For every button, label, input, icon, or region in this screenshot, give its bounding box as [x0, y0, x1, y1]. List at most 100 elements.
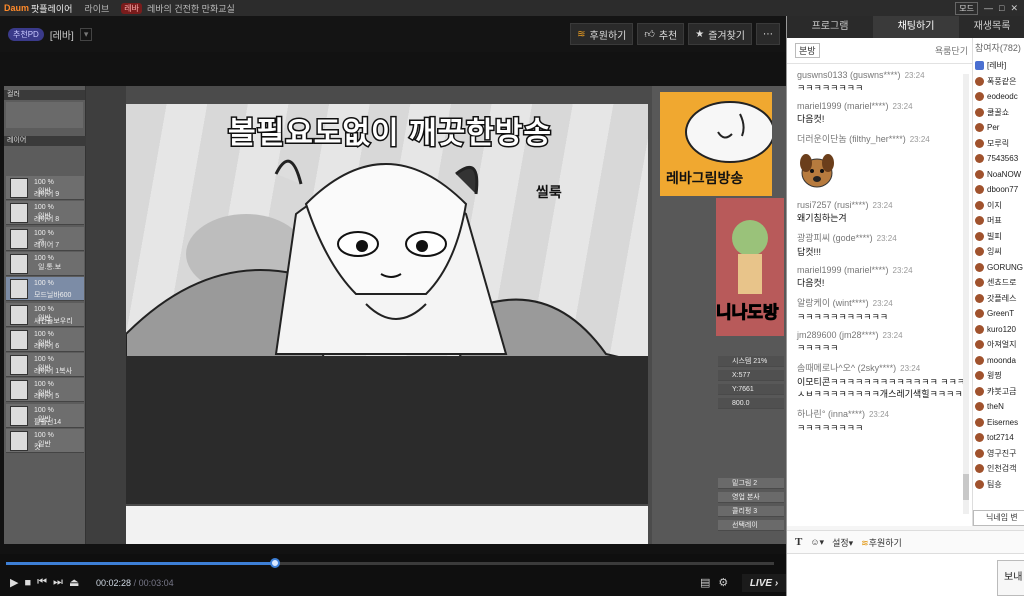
- live-menu[interactable]: 라이브: [84, 2, 109, 15]
- donate-chat-button[interactable]: ≋후원하기: [861, 536, 902, 549]
- viewer-item[interactable]: 7543563: [973, 151, 1024, 167]
- viewer-item[interactable]: 쿨꿀쇼: [973, 105, 1024, 121]
- play-icon[interactable]: ▶: [10, 576, 18, 589]
- gear-icon[interactable]: ⚙: [718, 576, 728, 589]
- tab-program[interactable]: 프로그램: [787, 16, 873, 38]
- live-button[interactable]: LIVE ›: [742, 574, 786, 592]
- favorite-button[interactable]: ★ 즐겨찾기: [688, 23, 752, 45]
- star-icon: ★: [695, 28, 705, 40]
- live-broadcast-tag[interactable]: 본방: [795, 43, 820, 58]
- chat-user[interactable]: mariel1999 (mariel****) 23:24: [797, 265, 972, 275]
- chat-message: mariel1999 (mariel****) 23:24 다음컷!: [797, 265, 972, 289]
- viewer-item[interactable]: 팀숑: [973, 477, 1024, 493]
- layer-thumbnail: [10, 380, 28, 401]
- viewer-item[interactable]: [레바]: [973, 58, 1024, 74]
- chat-user[interactable]: 솜때메로나^오^ (2sky****) 23:24: [797, 361, 972, 374]
- chat-user[interactable]: 하나린° (inna****) 23:24: [797, 407, 972, 420]
- video-frame[interactable]: 컬러 레이어 100 % 일반 레이어 9 100 % 일반 레이어 8 100 % 가 레이어…: [4, 86, 786, 544]
- viewer-item[interactable]: NoaNOW: [973, 167, 1024, 183]
- playlist-icon[interactable]: ▤: [700, 576, 710, 589]
- eject-icon[interactable]: ⏏: [69, 576, 79, 589]
- chat-username: 알랑케이 (wint****): [797, 298, 869, 308]
- viewer-item[interactable]: 머표: [973, 213, 1024, 229]
- donate-button[interactable]: ≋ 후원하기: [570, 23, 634, 45]
- sub-layer-row[interactable]: 영업 본사: [718, 492, 784, 503]
- viewer-item[interactable]: 폭풍같은: [973, 74, 1024, 90]
- chat-user[interactable]: rusi7257 (rusi****) 23:24: [797, 200, 972, 210]
- send-button[interactable]: 보내: [997, 560, 1024, 596]
- viewer-item[interactable]: dboon77: [973, 182, 1024, 198]
- viewer-name: 아져얼지: [987, 340, 1017, 350]
- layer-row[interactable]: 100 % 일반 새건들보우리: [6, 302, 84, 327]
- sub-layer-row[interactable]: 밑그림 2: [718, 478, 784, 489]
- chat-user[interactable]: 광광피씨 (gode****) 23:24: [797, 231, 972, 244]
- layer-row[interactable]: 100 % 일.통.보: [6, 251, 84, 276]
- minimize-icon[interactable]: —: [984, 3, 993, 13]
- chat-text: 이모티콘ㅋㅋㅋㅋㅋㅋㅋㅋㅋㅋㅋㅋㅋ ㅋㅋㅋㅅㅂㅋㅋㅋㅋㅋㅋㅋㅋ개스레기색힐ㅋㅋㅋ…: [797, 377, 966, 399]
- title-bar: Daum 팟플레이어 라이브 레바 레바의 건전한 만화교실 모드 — □ ✕: [0, 0, 1024, 16]
- maximize-icon[interactable]: □: [999, 3, 1004, 13]
- chevron-down-icon[interactable]: ▾: [79, 27, 93, 41]
- viewer-item[interactable]: tot2714: [973, 430, 1024, 446]
- bj-name[interactable]: [레바]: [50, 27, 74, 42]
- viewer-item[interactable]: GreenT: [973, 306, 1024, 322]
- chat-timestamp: 23:24: [892, 266, 913, 275]
- layer-row[interactable]: 100 % 일반 레이어 1복사: [6, 353, 84, 378]
- layer-thumbnail: [10, 405, 28, 426]
- layer-row[interactable]: 100 % 일반 컷: [6, 429, 84, 453]
- layer-row[interactable]: 100 % 일반 팔플선14: [6, 403, 84, 428]
- viewer-item[interactable]: 인천검객: [973, 461, 1024, 477]
- viewer-item[interactable]: kuro120: [973, 322, 1024, 338]
- viewer-item[interactable]: Eisernes: [973, 415, 1024, 431]
- viewer-item[interactable]: 모루릭: [973, 136, 1024, 152]
- chat-user[interactable]: mariel1999 (mariel****) 23:24: [797, 101, 972, 111]
- chat-input-area[interactable]: 보내: [787, 554, 1024, 596]
- viewer-item[interactable]: eodeodc: [973, 89, 1024, 105]
- sub-layer-row[interactable]: 콜리펑 3: [718, 506, 784, 517]
- viewer-item[interactable]: 윙찡: [973, 368, 1024, 384]
- chat-options[interactable]: 욕룸단기: [935, 44, 968, 57]
- viewer-item[interactable]: 아져얼지: [973, 337, 1024, 353]
- viewer-item[interactable]: 잉씨: [973, 244, 1024, 260]
- chat-user[interactable]: guswns0133 (guswns****) 23:24: [797, 70, 972, 80]
- close-icon[interactable]: ✕: [1010, 3, 1018, 14]
- viewer-item[interactable]: 갓플레스: [973, 291, 1024, 307]
- recommend-button[interactable]: 👍︎ 추천: [637, 23, 685, 45]
- layer-row[interactable]: 100 % 일반 레이어 9: [6, 176, 84, 200]
- layer-row[interactable]: 100 % 일반 레이어 6: [6, 327, 84, 352]
- seek-bar[interactable]: [6, 558, 774, 568]
- viewer-item[interactable]: GORUNG: [973, 260, 1024, 276]
- viewer-item[interactable]: 센쵸드로: [973, 275, 1024, 291]
- layer-row[interactable]: 100 % 일반 레이어 5: [6, 378, 84, 403]
- text-style-icon[interactable]: T: [795, 536, 802, 548]
- viewer-item[interactable]: 빌피: [973, 229, 1024, 245]
- layer-row[interactable]: 100 % 모드닐바600: [6, 277, 84, 302]
- mode-button[interactable]: 모드: [955, 1, 979, 15]
- viewer-item[interactable]: 이지: [973, 198, 1024, 214]
- viewer-item[interactable]: 영구진구: [973, 446, 1024, 462]
- emoji-icon[interactable]: ☺▾: [810, 537, 824, 548]
- prev-icon[interactable]: ⏮: [37, 576, 47, 589]
- chat-user[interactable]: jm289600 (jm28****) 23:24: [797, 330, 972, 340]
- seek-handle[interactable]: [269, 558, 280, 568]
- next-icon[interactable]: ⏭: [53, 576, 63, 589]
- tab-chat[interactable]: 채팅하기: [873, 16, 959, 38]
- viewer-item[interactable]: theN: [973, 399, 1024, 415]
- more-button[interactable]: ⋯: [756, 23, 780, 45]
- sub-layer-row[interactable]: 선택레이: [718, 520, 784, 531]
- stop-icon[interactable]: ■: [24, 577, 31, 589]
- viewer-item[interactable]: Per: [973, 120, 1024, 136]
- viewer-item[interactable]: 캬봇고금: [973, 384, 1024, 400]
- chat-user[interactable]: 알랑케이 (wint****) 23:24: [797, 296, 972, 309]
- chat-scroll-thumb[interactable]: [963, 474, 969, 500]
- viewer-item[interactable]: moonda: [973, 353, 1024, 369]
- chat-scrollbar[interactable]: [963, 74, 969, 514]
- tab-playlist[interactable]: 재생목록: [959, 16, 1024, 38]
- nickname-button[interactable]: 닉네임 변: [973, 510, 1024, 526]
- layer-row[interactable]: 100 % 일반 레이어 8: [6, 201, 84, 226]
- layer-opacity: 100 %: [34, 406, 54, 414]
- layer-row[interactable]: 100 % 가 레이어 7: [6, 226, 84, 251]
- app-menu[interactable]: 팟플레이어: [31, 2, 72, 15]
- settings-button[interactable]: 설정▾: [832, 536, 853, 549]
- chat-user[interactable]: 더러운이단놈 (filthy_her****) 23:24: [797, 132, 972, 145]
